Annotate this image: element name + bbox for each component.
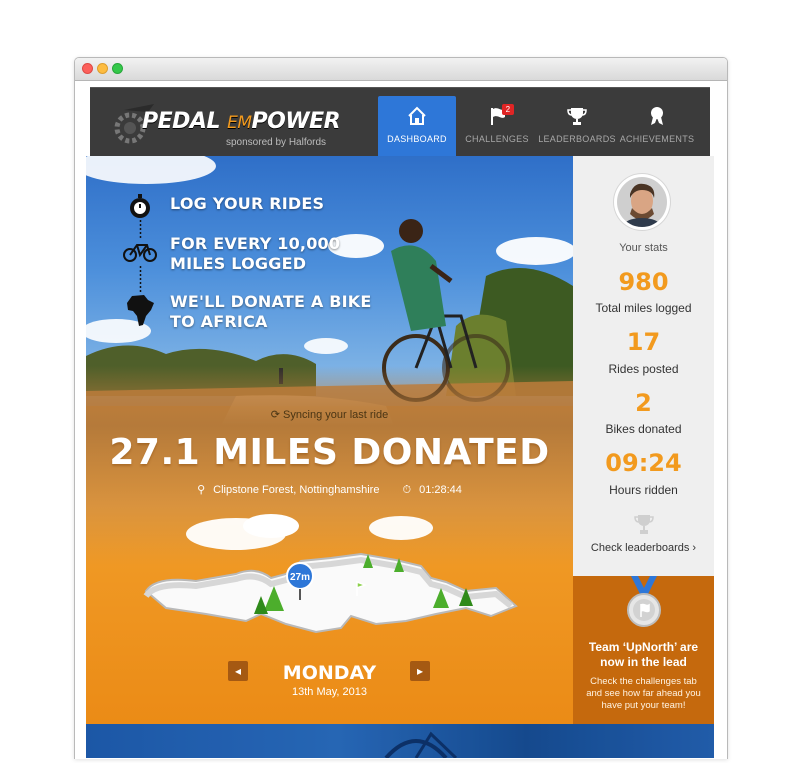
medal-icon [627, 576, 661, 627]
step-log-rides: LOG YOUR RIDES [170, 194, 325, 213]
flag-icon [491, 108, 505, 125]
logo-title: PEDAL EMPOWER [142, 109, 341, 134]
user-avatar-icon [617, 177, 667, 227]
step-donate-bike: WE'LL DONATE A BIKE TO AFRICA [170, 292, 372, 331]
location-pin-icon: ⚲ [197, 484, 206, 496]
team-lead-panel: Team ‘UpNorth’ are now in the lead Check… [573, 576, 714, 724]
step-connector [139, 266, 142, 292]
total-miles-label: Total miles logged [595, 301, 692, 315]
rosette-icon [651, 107, 663, 125]
sync-icon: ⟳ [270, 409, 280, 421]
ride-meta: ⚲ Clipstone Forest, Nottinghamshire ⏱ 01:2… [86, 483, 573, 497]
trophy-icon [634, 515, 654, 534]
tab-achievements[interactable]: ACHIEVEMENTS [618, 88, 696, 157]
bottom-banner-illustration [86, 724, 714, 760]
team-lead-text: Check the challenges tab and see how far… [586, 676, 701, 711]
ride-date: 13th May, 2013 [291, 686, 367, 698]
top-nav: PEDAL EMPOWER sponsored by Halfords DASH… [90, 87, 710, 157]
timer-icon: ⏱ [402, 484, 412, 496]
chevron-right-icon: ▸ [416, 664, 424, 678]
home-icon [408, 106, 426, 125]
zoom-window-button[interactable] [112, 63, 123, 74]
ride-hero: LOG YOUR RIDES FOR EVERY 10,000 MILES LO… [86, 156, 573, 724]
rides-posted-value: 17 [626, 328, 661, 356]
route-map: 27m [143, 514, 518, 634]
tab-dashboard[interactable]: DASHBOARD [378, 96, 456, 157]
stats-panel: Your stats 980 Total miles logged 17 Rid… [573, 156, 714, 576]
team-lead-title: Team ‘UpNorth’ are now in the lead [588, 640, 699, 669]
miles-donated: 27.1 MILES DONATED [109, 432, 550, 473]
rides-posted-label: Rides posted [608, 362, 679, 376]
africa-icon [127, 295, 154, 326]
hours-ridden-label: Hours ridden [609, 483, 678, 497]
logo-sponsor: sponsored by Halfords [226, 137, 327, 148]
total-miles-value: 980 [618, 268, 669, 296]
ride-duration: 01:28:44 [419, 484, 462, 496]
challenges-badge: 2 [502, 104, 514, 115]
bicycle-icon [123, 244, 157, 262]
bikes-donated-value: 2 [635, 389, 652, 417]
close-window-button[interactable] [82, 63, 93, 74]
route-marker-label: 27m [290, 572, 310, 583]
step-connector [139, 220, 142, 238]
bikes-donated-label: Bikes donated [605, 422, 682, 436]
bottom-banner [86, 724, 714, 760]
step-every-miles: FOR EVERY 10,000 MILES LOGGED [170, 234, 341, 273]
next-day-button[interactable]: ▸ [410, 661, 430, 681]
ride-day: MONDAY [282, 662, 377, 684]
minimize-window-button[interactable] [97, 63, 108, 74]
tab-challenges[interactable]: 2 CHALLENGES [458, 88, 536, 157]
trophy-icon [567, 108, 587, 125]
avatar[interactable] [614, 174, 670, 230]
sync-status: ⟳ Syncing your last ride [270, 409, 389, 421]
tab-leaderboards[interactable]: LEADERBOARDS [538, 88, 616, 157]
ride-location: Clipstone Forest, Nottinghamshire [213, 484, 380, 496]
your-stats-heading: Your stats [619, 242, 668, 254]
logo[interactable]: PEDAL EMPOWER sponsored by Halfords [114, 100, 341, 148]
stopwatch-icon [130, 194, 150, 218]
check-leaderboards-link[interactable]: Check leaderboards › [573, 542, 714, 554]
window-titlebar [75, 58, 727, 81]
hours-ridden-value: 09:24 [605, 449, 682, 477]
